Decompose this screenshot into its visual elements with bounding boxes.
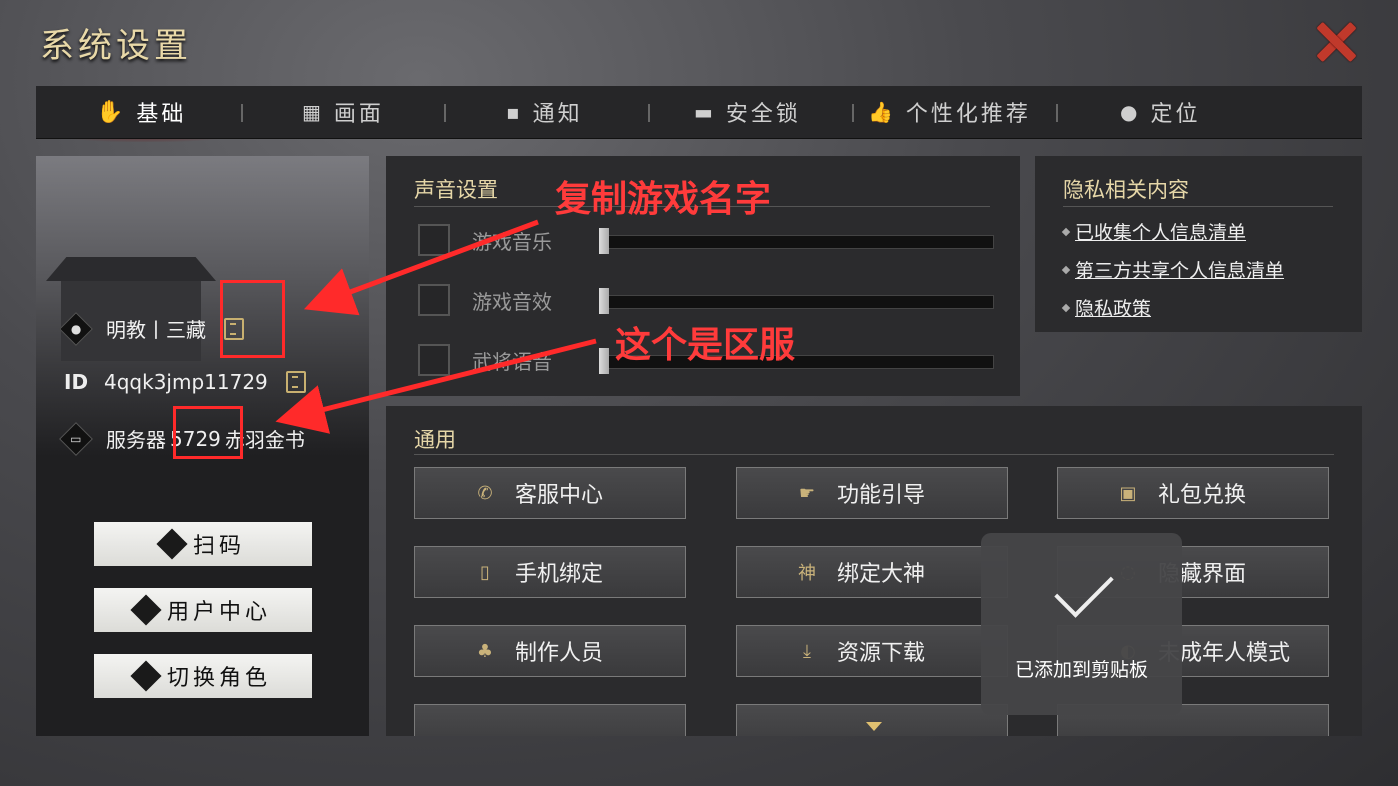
annotation-arrows <box>275 219 597 434</box>
arrow-to-server <box>275 338 597 434</box>
arrow-to-copy <box>303 219 539 316</box>
